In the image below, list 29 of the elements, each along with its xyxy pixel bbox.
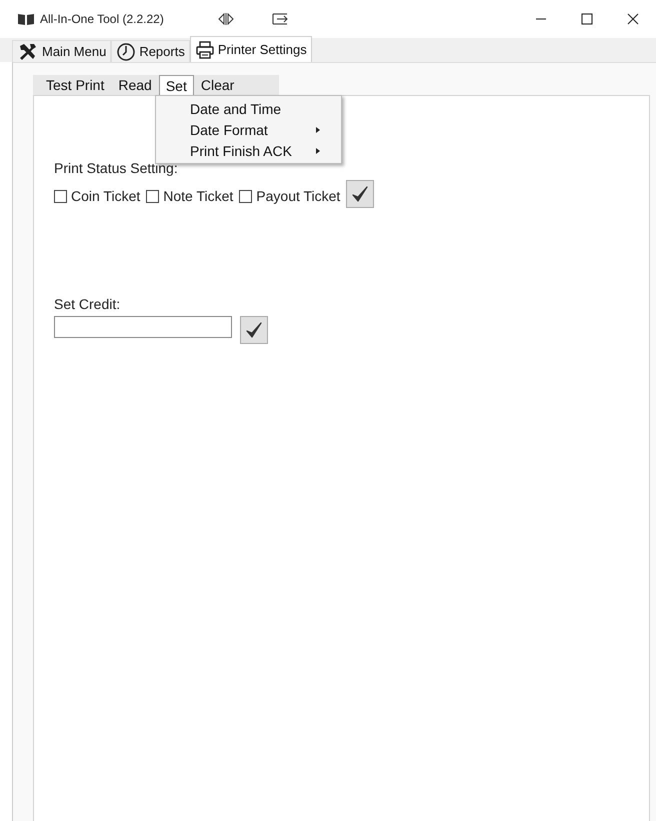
book-icon [18, 13, 34, 25]
submenu-arrow-icon [315, 126, 321, 134]
menu-item[interactable]: Clear [194, 75, 242, 95]
dropdown-item[interactable]: Date Format [156, 119, 341, 140]
check-icon [244, 320, 264, 340]
dropdown-item[interactable]: Print Finish ACK [156, 140, 341, 161]
check-icon [350, 184, 370, 204]
section-label: Print Status Setting: [54, 160, 178, 176]
checkbox[interactable]: Payout Ticket [239, 188, 342, 208]
menu-item[interactable]: Test Print [39, 75, 112, 95]
clock-icon [116, 42, 136, 62]
printer-icon [194, 40, 215, 60]
menu-item[interactable]: Set [158, 75, 194, 95]
checkbox[interactable]: Coin Ticket [54, 188, 142, 208]
field-label: Set Credit: [54, 296, 120, 312]
exit-icon[interactable] [272, 13, 288, 25]
window-title: All-In-One Tool (2.2.22) [40, 12, 164, 26]
split-arrows-icon[interactable] [218, 13, 234, 25]
confirm-button[interactable] [346, 180, 374, 208]
submenu-arrow-icon [315, 146, 321, 154]
tools-icon [17, 42, 39, 62]
tab[interactable]: Printer Settings [190, 36, 312, 62]
menu-item[interactable]: Read [111, 75, 159, 95]
dropdown-item[interactable]: Date and Time [156, 98, 341, 119]
confirm-button[interactable] [240, 316, 268, 344]
checkbox[interactable]: Note Ticket [146, 188, 236, 208]
tab[interactable]: Main Menu [12, 40, 112, 62]
credit-input-field[interactable] [54, 316, 232, 338]
tab[interactable]: Reports [111, 40, 190, 62]
